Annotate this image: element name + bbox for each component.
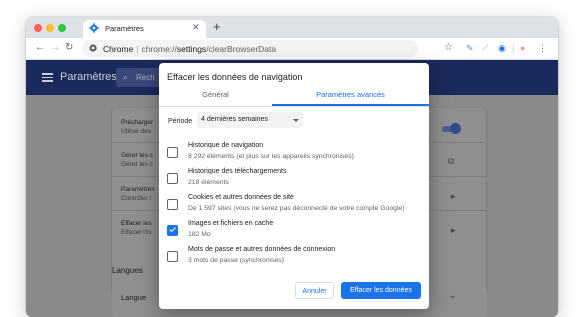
toolbar-divider: | bbox=[512, 43, 515, 53]
chevron-right-icon[interactable]: ▸ bbox=[451, 191, 456, 201]
minimize-window-button[interactable] bbox=[46, 24, 54, 32]
external-link-icon[interactable]: ⧉ bbox=[448, 156, 454, 166]
preload-toggle-knob bbox=[450, 123, 461, 134]
clear-data-button[interactable]: Effacer les données bbox=[341, 282, 421, 299]
period-select[interactable]: 4 dernières semaines bbox=[197, 112, 303, 128]
address-text: Chrome | chrome://settings/clearBrowserDat… bbox=[103, 44, 276, 54]
forward-icon[interactable]: → bbox=[50, 42, 60, 54]
maximize-window-button[interactable] bbox=[58, 24, 66, 32]
extension-pen-icon[interactable]: ⟋ bbox=[482, 42, 488, 54]
checkbox-passwords[interactable] bbox=[167, 251, 178, 262]
profile-avatar-icon[interactable]: ● bbox=[520, 42, 525, 54]
checkbox-download-history[interactable] bbox=[167, 173, 178, 184]
reload-icon[interactable]: ↻ bbox=[65, 42, 73, 54]
tab-title: Paramètres bbox=[105, 24, 144, 33]
search-icon: ⌕ bbox=[123, 72, 129, 82]
search-placeholder: Rech bbox=[136, 73, 155, 82]
option-title: Cookies et autres données de site bbox=[188, 194, 294, 201]
row-title-site-settings: Paramètres bbox=[121, 186, 155, 193]
dialog-title: Effacer les données de navigation bbox=[167, 72, 303, 82]
row-subtitle-certificats: Gérer les c bbox=[121, 161, 153, 168]
close-window-button[interactable] bbox=[34, 24, 42, 32]
option-subtitle: 218 éléments bbox=[188, 179, 229, 186]
extension-translate-icon[interactable]: ✎ bbox=[466, 42, 474, 54]
address-bar[interactable]: Chrome | chrome://settings/clearBrowserDat… bbox=[82, 40, 418, 57]
option-title: Historique de navigation bbox=[188, 142, 264, 149]
extension-circle-icon[interactable]: ◉ bbox=[498, 42, 506, 54]
tab-general[interactable]: Général bbox=[159, 90, 272, 106]
row-title-precharger: Précharger bbox=[121, 119, 154, 126]
option-cookies[interactable]: Cookies et autres données de site De 1 5… bbox=[159, 193, 429, 219]
back-icon[interactable]: ← bbox=[35, 42, 45, 54]
bookmark-star-icon[interactable]: ☆ bbox=[444, 42, 453, 53]
option-subtitle: 3 mots de passe (synchronisés) bbox=[188, 257, 284, 264]
browser-toolbar: ← → ↻ Chrome | chrome://settings/clearBrow… bbox=[26, 38, 558, 60]
option-subtitle: De 1 597 sites (vous ne serez pas déconn… bbox=[188, 205, 405, 212]
menu-kebab-icon[interactable]: ⋮ bbox=[538, 42, 547, 54]
option-title: Images et fichiers en cache bbox=[188, 220, 274, 227]
row-subtitle-precharger: Utilise des bbox=[121, 128, 151, 135]
option-title: Historique des téléchargements bbox=[188, 168, 287, 175]
tab-parametres[interactable]: Paramètres ✕ bbox=[83, 20, 206, 38]
row-subtitle-clear-data: Effacer l'hi bbox=[121, 229, 152, 236]
omnibox-host: settings bbox=[176, 44, 207, 54]
option-title: Mots de passe et autres données de conne… bbox=[188, 246, 336, 253]
option-download-history[interactable]: Historique des téléchargements 218 éléme… bbox=[159, 167, 429, 193]
row-title-certificats: Gérer les c bbox=[121, 152, 153, 159]
option-subtitle: 8 292 éléments (et plus sur les appareil… bbox=[188, 153, 354, 160]
langue-label: Langue bbox=[121, 293, 147, 302]
option-passwords[interactable]: Mots de passe et autres données de conne… bbox=[159, 245, 429, 271]
new-tab-icon[interactable]: + bbox=[213, 20, 221, 34]
tab-close-icon[interactable]: ✕ bbox=[192, 22, 200, 32]
row-title-clear-data: Effacer les bbox=[121, 220, 152, 227]
checkbox-cookies[interactable] bbox=[167, 199, 178, 210]
clear-browsing-data-dialog: Effacer les données de navigation Généra… bbox=[159, 63, 429, 309]
omnibox-scheme: chrome:// bbox=[141, 44, 177, 54]
checkbox-browsing-history[interactable] bbox=[167, 147, 178, 158]
omnibox-path: /clearBrowserData bbox=[206, 44, 277, 54]
tabs-divider bbox=[159, 106, 429, 107]
chrome-site-icon bbox=[89, 44, 97, 52]
tab-strip: Paramètres ✕ + bbox=[26, 17, 558, 38]
period-label: Période bbox=[168, 118, 193, 125]
cancel-button[interactable]: Annuler bbox=[295, 282, 334, 299]
section-title-langues: Langues bbox=[112, 266, 143, 275]
hamburger-menu-icon[interactable] bbox=[42, 73, 53, 82]
chevron-down-icon[interactable]: ⌄ bbox=[449, 290, 457, 301]
gear-icon bbox=[89, 23, 99, 33]
option-cached-images[interactable]: Images et fichiers en cache 182 Mo bbox=[159, 219, 429, 245]
option-browsing-history[interactable]: Historique de navigation 8 292 éléments … bbox=[159, 141, 429, 167]
checkbox-cached-images[interactable] bbox=[167, 225, 178, 236]
settings-title: Paramètres bbox=[60, 71, 117, 83]
option-subtitle: 182 Mo bbox=[188, 231, 211, 238]
period-value: 4 dernières semaines bbox=[201, 116, 268, 123]
omnibox-site: Chrome bbox=[103, 44, 134, 54]
chevron-right-icon[interactable]: ▸ bbox=[451, 225, 456, 235]
row-subtitle-site-settings: Contrôler l bbox=[121, 195, 151, 202]
dropdown-arrow-icon bbox=[293, 119, 299, 122]
